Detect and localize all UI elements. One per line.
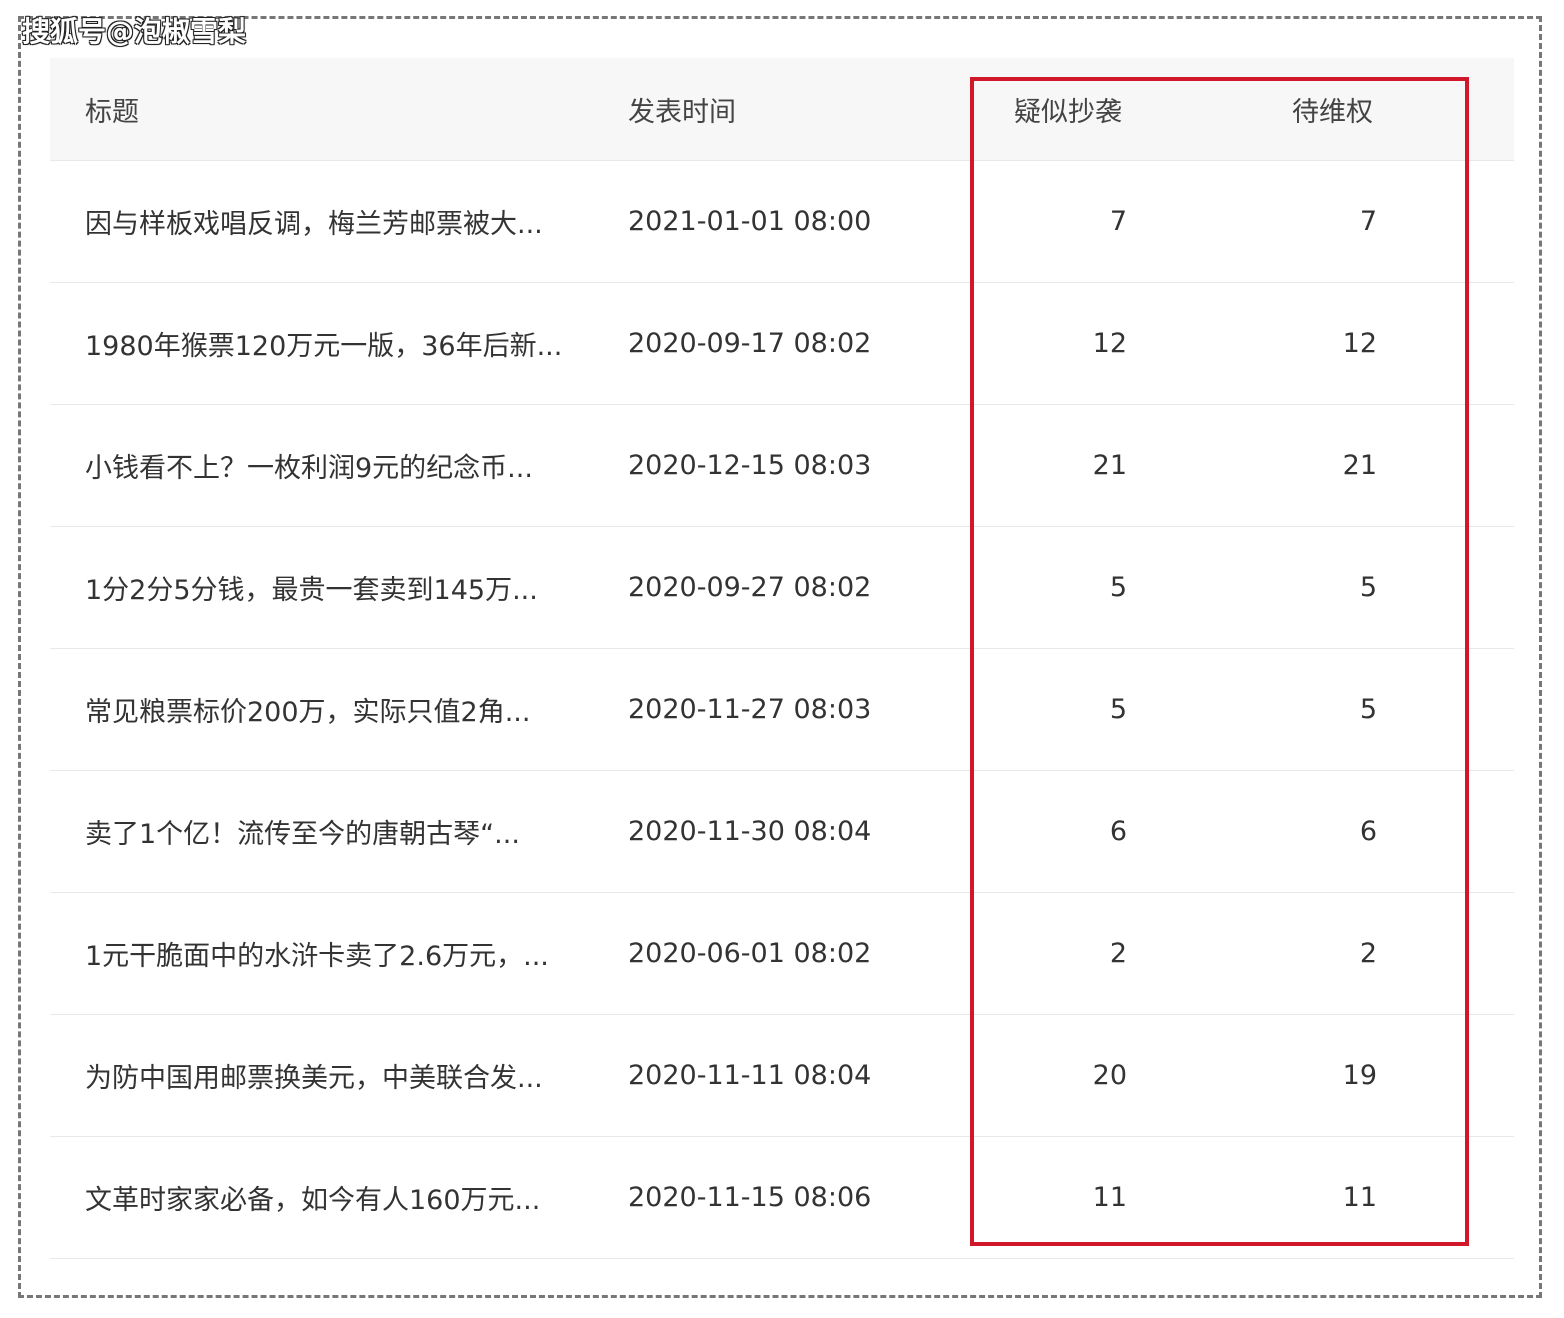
row-time: 2020-11-15 08:06 [628,1182,872,1213]
row-title[interactable]: 小钱看不上？一枚利润9元的纪念币... [85,405,585,526]
row-title[interactable]: 因与样板戏唱反调，梅兰芳邮票被大... [85,161,585,282]
row-suspected-count: 5 [1109,694,1127,725]
row-pending-count: 11 [1342,1182,1377,1213]
row-title[interactable]: 文革时家家必备，如今有人160万元... [85,1137,585,1258]
header-pending: 待维权 [1292,96,1373,128]
row-pending-count: 5 [1359,572,1377,603]
row-pending-count: 7 [1359,206,1377,237]
row-title[interactable]: 1980年猴票120万元一版，36年后新... [85,283,585,404]
row-suspected-count: 5 [1109,572,1127,603]
row-title[interactable]: 卖了1个亿！流传至今的唐朝古琴“... [85,771,585,892]
row-time: 2020-09-27 08:02 [628,572,872,603]
header-title: 标题 [85,96,139,128]
table-row: 1元干脆面中的水浒卡卖了2.6万元，... 2020-06-01 08:02 2 2 [50,893,1514,1015]
article-table: 标题 发表时间 疑似抄袭 待维权 因与样板戏唱反调，梅兰芳邮票被大... 2021… [50,58,1514,1259]
row-pending-count: 12 [1342,328,1377,359]
row-suspected-count: 2 [1109,938,1127,969]
table-row: 1分2分5分钱，最贵一套卖到145万... 2020-09-27 08:02 5 5 [50,527,1514,649]
row-title[interactable]: 1元干脆面中的水浒卡卖了2.6万元，... [85,893,585,1014]
row-suspected-count: 7 [1109,206,1127,237]
row-suspected-count: 6 [1109,816,1127,847]
table-row: 因与样板戏唱反调，梅兰芳邮票被大... 2021-01-01 08:00 7 7 [50,161,1514,283]
row-time: 2020-09-17 08:02 [628,328,872,359]
table-row: 文革时家家必备，如今有人160万元... 2020-11-15 08:06 11 11 [50,1137,1514,1259]
table-header: 标题 发表时间 疑似抄袭 待维权 [50,58,1514,161]
row-pending-count: 2 [1359,938,1377,969]
row-suspected-count: 12 [1092,328,1127,359]
row-time: 2020-11-30 08:04 [628,816,872,847]
table-body: 因与样板戏唱反调，梅兰芳邮票被大... 2021-01-01 08:00 7 7 198… [50,161,1514,1259]
table-row: 为防中国用邮票换美元，中美联合发... 2020-11-11 08:04 20 19 [50,1015,1514,1137]
row-suspected-count: 11 [1092,1182,1127,1213]
watermark-text: 搜狐号@泡椒雪梨 [22,15,247,48]
header-time: 发表时间 [628,96,736,128]
row-pending-count: 21 [1342,450,1377,481]
table-row: 卖了1个亿！流传至今的唐朝古琴“... 2020-11-30 08:04 6 6 [50,771,1514,893]
row-time: 2020-11-27 08:03 [628,694,872,725]
row-title[interactable]: 为防中国用邮票换美元，中美联合发... [85,1015,585,1136]
row-pending-count: 19 [1342,1060,1377,1091]
row-pending-count: 6 [1359,816,1377,847]
row-time: 2020-06-01 08:02 [628,938,872,969]
row-time: 2020-11-11 08:04 [628,1060,872,1091]
header-suspected: 疑似抄袭 [1014,96,1122,128]
row-pending-count: 5 [1359,694,1377,725]
row-suspected-count: 20 [1092,1060,1127,1091]
table-row: 小钱看不上？一枚利润9元的纪念币... 2020-12-15 08:03 21 21 [50,405,1514,527]
row-title[interactable]: 常见粮票标价200万，实际只值2角... [85,649,585,770]
row-suspected-count: 21 [1092,450,1127,481]
row-title[interactable]: 1分2分5分钱，最贵一套卖到145万... [85,527,585,648]
table-row: 1980年猴票120万元一版，36年后新... 2020-09-17 08:02 1… [50,283,1514,405]
table-row: 常见粮票标价200万，实际只值2角... 2020-11-27 08:03 5 5 [50,649,1514,771]
row-time: 2020-12-15 08:03 [628,450,872,481]
row-time: 2021-01-01 08:00 [628,206,872,237]
